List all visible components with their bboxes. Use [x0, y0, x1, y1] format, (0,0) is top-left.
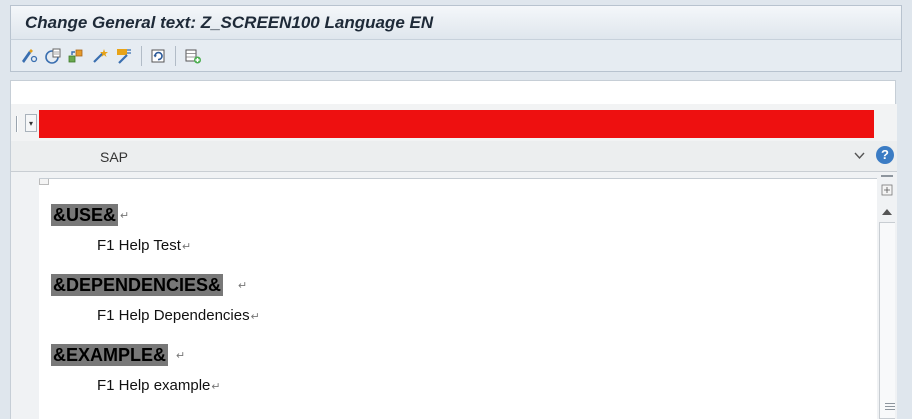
text-editor: ▾ SAP ? &USE& ↵ F1 Help Test↵ &DEPENDENC… — [10, 104, 897, 419]
split-icon[interactable] — [881, 183, 893, 196]
dropdown-arrow-icon[interactable]: ▾ — [25, 114, 37, 132]
paragraph-mark: ↵ — [120, 210, 130, 222]
heading-text: &DEPENDENCIES& — [53, 275, 222, 295]
paragraph-text: F1 Help Test — [97, 237, 181, 254]
chevron-down-icon[interactable] — [851, 149, 867, 165]
scroll-track[interactable] — [879, 222, 895, 419]
section-text-dependencies: F1 Help Dependencies↵ — [97, 307, 260, 324]
heading-text: &EXAMPLE& — [53, 345, 167, 365]
window-title: Change General text: Z_SCREEN100 Languag… — [25, 13, 434, 32]
format-icon[interactable] — [114, 46, 134, 66]
title-bar: Change General text: Z_SCREEN100 Languag… — [10, 5, 902, 39]
scroll-grip — [885, 406, 895, 407]
section-text-example: F1 Help example↵ — [97, 377, 221, 394]
sap-window: Change General text: Z_SCREEN100 Languag… — [0, 0, 912, 419]
paragraph-mark: ↵ — [176, 350, 186, 362]
paragraph-mark: ↵ — [250, 311, 260, 323]
magic-wand-icon[interactable] — [90, 46, 110, 66]
section-heading-example: &EXAMPLE& — [51, 344, 169, 366]
scroll-up-button[interactable] — [877, 202, 897, 220]
title-strip — [10, 80, 896, 104]
section-heading-use: &USE& — [51, 204, 119, 226]
editor-header: SAP ? — [11, 141, 897, 172]
toolbar-separator — [175, 46, 176, 66]
insert-row-icon[interactable] — [183, 46, 203, 66]
scroll-grip — [885, 409, 895, 410]
paragraph-text: F1 Help Dependencies — [97, 307, 250, 324]
section-heading-dependencies: &DEPENDENCIES& — [51, 274, 224, 296]
section-text-use: F1 Help Test↵ — [97, 237, 191, 254]
paragraph-mark: ↵ — [211, 381, 221, 393]
scroll-grip — [885, 403, 895, 404]
paragraph-mark: ↵ — [238, 280, 248, 292]
display-change-icon[interactable] — [19, 46, 39, 66]
editor-toolbar-row: ▾ — [11, 104, 897, 141]
paragraph-mark: ↵ — [181, 241, 192, 253]
page-corner-marker — [39, 179, 49, 185]
sap-label: SAP — [100, 149, 129, 165]
scroll-grip — [881, 175, 893, 177]
application-toolbar — [10, 39, 902, 72]
toolbar-separator — [141, 46, 142, 66]
other-object-icon[interactable] — [66, 46, 86, 66]
red-status-bar — [39, 110, 874, 138]
toolbar-grip[interactable] — [16, 116, 18, 132]
help-icon[interactable]: ? — [876, 146, 894, 164]
refresh-icon[interactable] — [149, 46, 169, 66]
activate-icon[interactable] — [43, 46, 63, 66]
paragraph-text: F1 Help example — [97, 377, 211, 394]
vertical-scrollbar[interactable] — [877, 172, 897, 419]
document-area[interactable]: &USE& ↵ F1 Help Test↵ &DEPENDENCIES& ↵ F… — [39, 178, 877, 419]
heading-text: &USE& — [53, 205, 117, 225]
